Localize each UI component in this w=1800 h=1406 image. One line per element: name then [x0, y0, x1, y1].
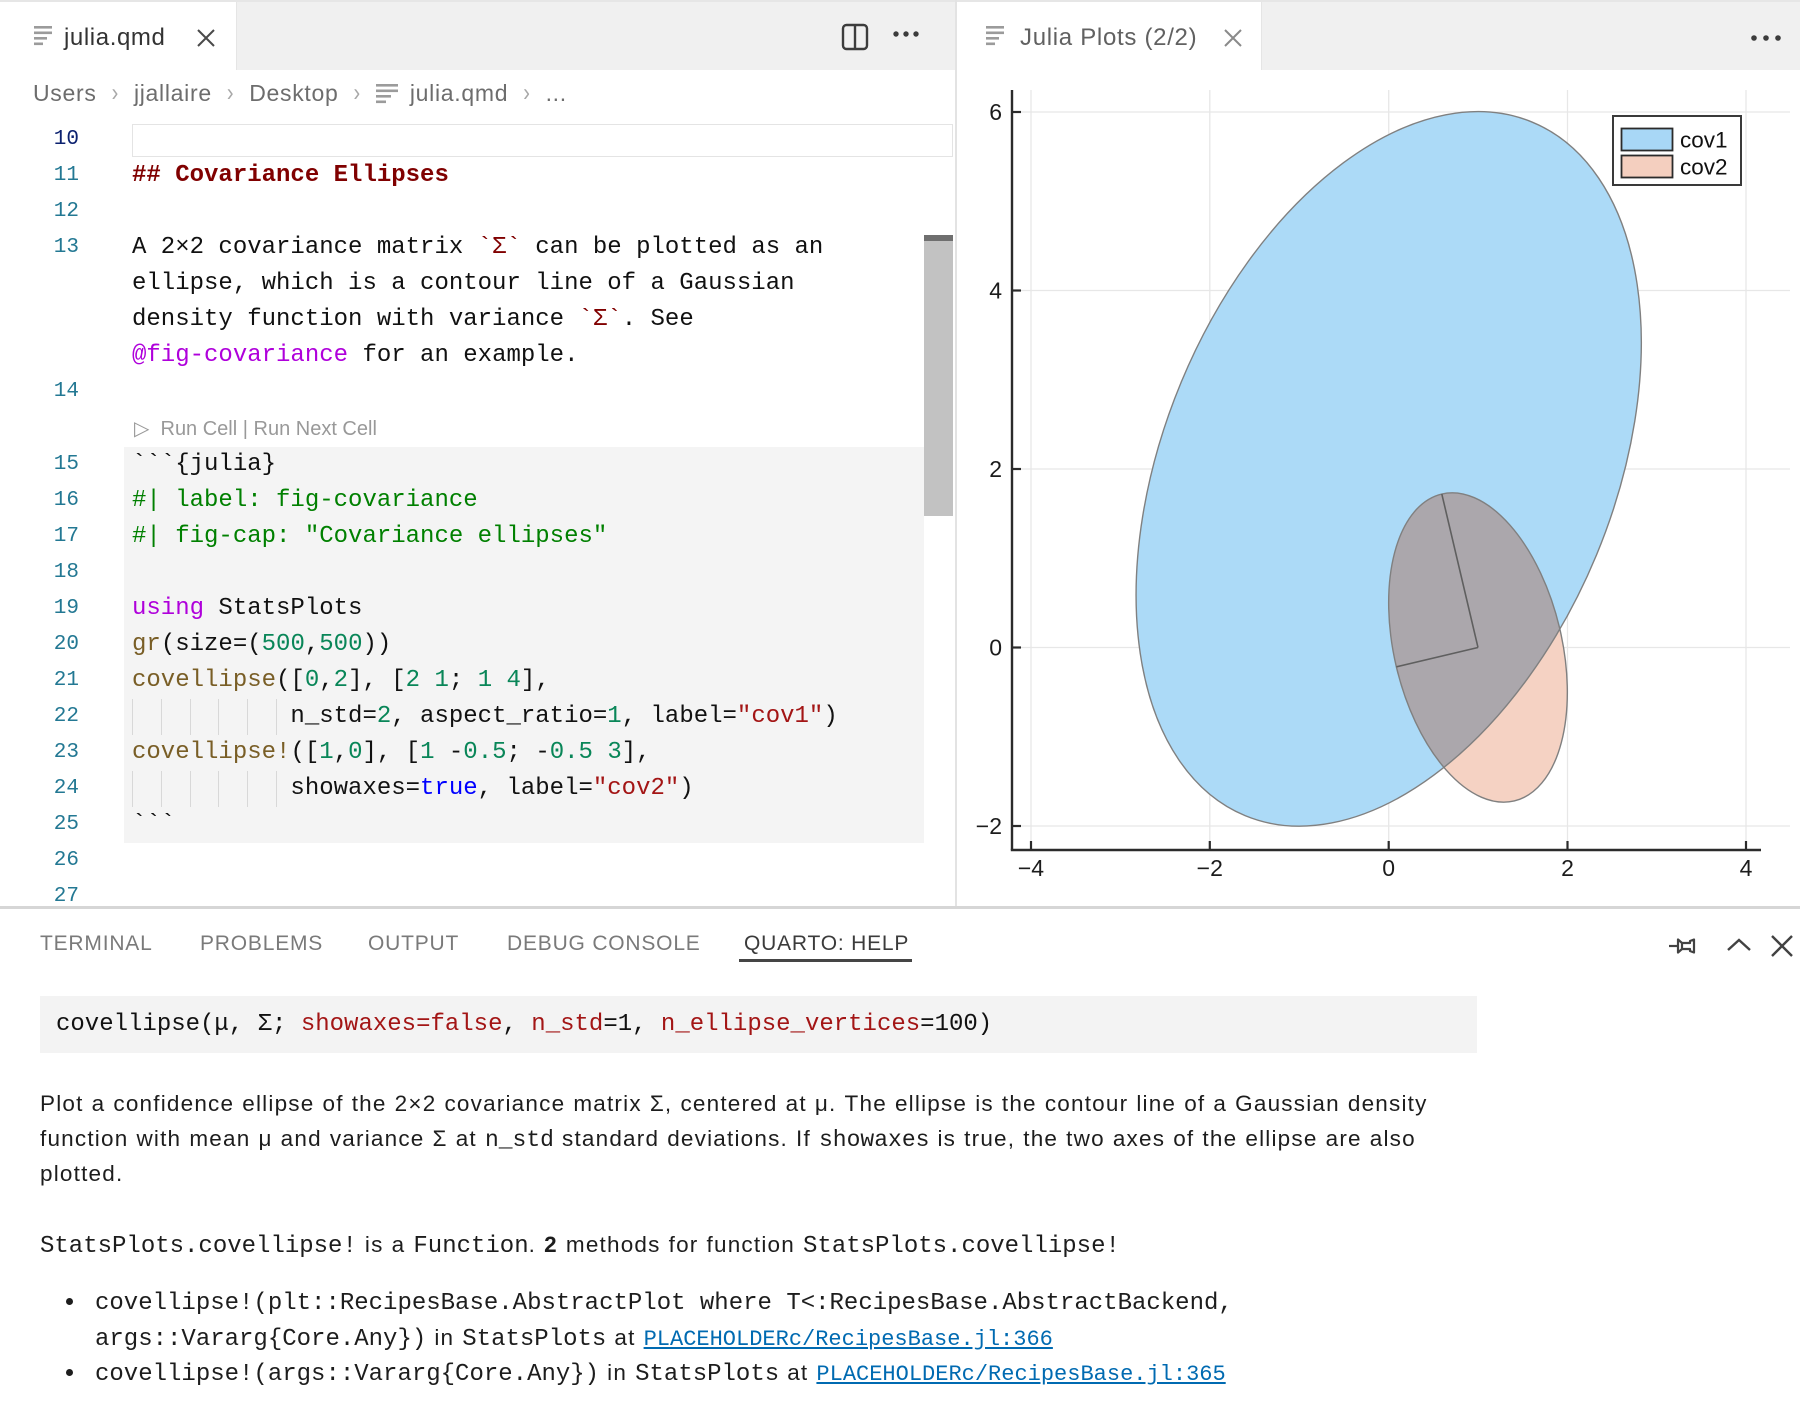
svg-text:−4: −4	[1018, 855, 1044, 881]
svg-text:4: 4	[1740, 855, 1753, 881]
svg-text:0: 0	[1382, 855, 1395, 881]
svg-text:4: 4	[989, 278, 1002, 304]
svg-text:cov2: cov2	[1680, 155, 1728, 180]
svg-text:cov1: cov1	[1680, 128, 1728, 153]
svg-text:−2: −2	[1197, 855, 1223, 881]
svg-text:2: 2	[989, 456, 1002, 482]
svg-text:2: 2	[1561, 855, 1574, 881]
svg-text:6: 6	[989, 99, 1002, 125]
svg-text:0: 0	[989, 635, 1002, 661]
svg-text:−2: −2	[976, 813, 1002, 839]
